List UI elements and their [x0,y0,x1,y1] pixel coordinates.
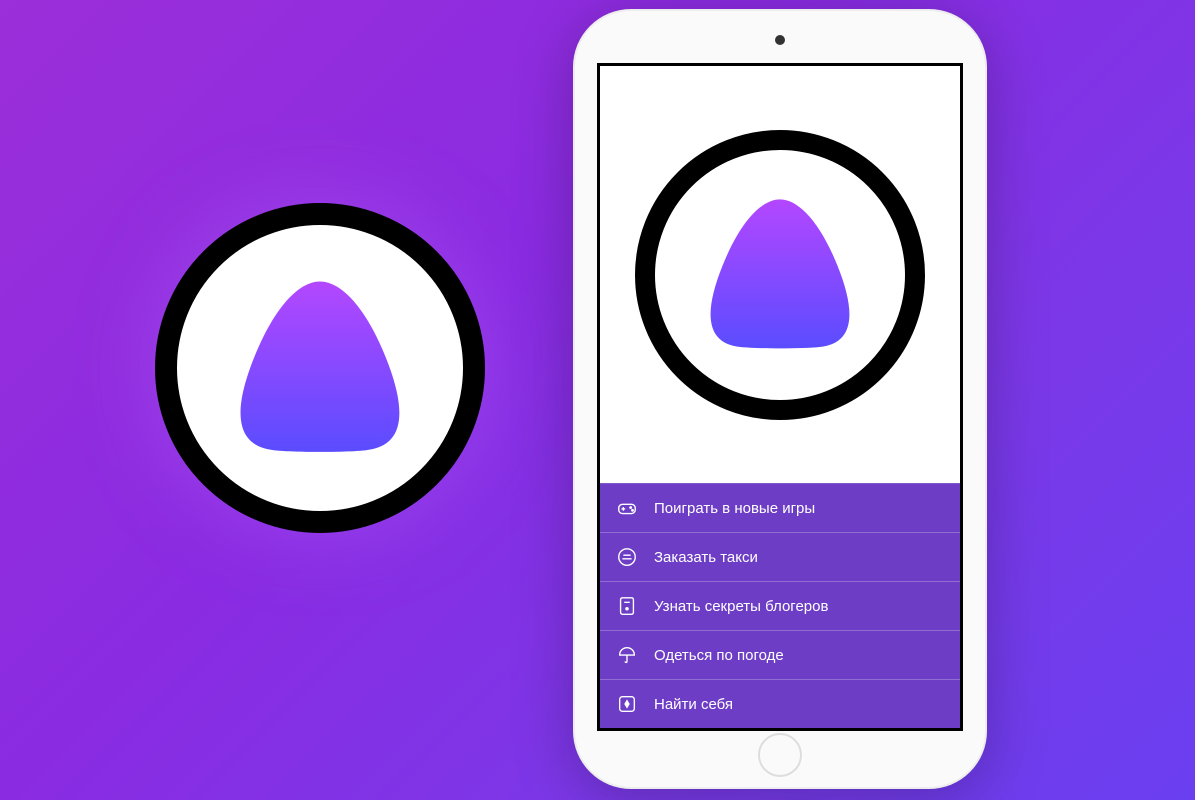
taxi-icon [616,546,638,568]
gamepad-icon [616,497,638,519]
book-icon [616,595,638,617]
menu-label: Поиграть в новые игры [654,500,944,517]
logo-circle [155,203,485,533]
alice-logo-standalone [155,203,485,533]
menu-label: Заказать такси [654,549,944,566]
alice-triangle-icon [690,185,870,365]
menu-label: Одеться по погоде [654,647,944,664]
umbrella-icon [616,644,638,666]
phone-mockup: Поиграть в новые игры Заказать такси [573,9,987,789]
menu-label: Найти себя [654,696,944,713]
menu-item-bloggers[interactable]: Узнать секреты блогеров [600,582,960,631]
phone-screen: Поиграть в новые игры Заказать такси [597,63,963,731]
phone-home-button[interactable] [758,733,802,777]
phone-speaker [775,35,785,45]
menu-item-taxi[interactable]: Заказать такси [600,533,960,582]
compass-icon [616,693,638,715]
app-logo-area [600,66,960,483]
menu-item-weather[interactable]: Одеться по погоде [600,631,960,680]
menu-list: Поиграть в новые игры Заказать такси [600,483,960,728]
menu-item-find-yourself[interactable]: Найти себя [600,680,960,728]
logo-circle [635,130,925,420]
alice-logo-app [635,130,925,420]
alice-triangle-icon [217,265,423,471]
menu-label: Узнать секреты блогеров [654,598,944,615]
menu-item-games[interactable]: Поиграть в новые игры [600,484,960,533]
